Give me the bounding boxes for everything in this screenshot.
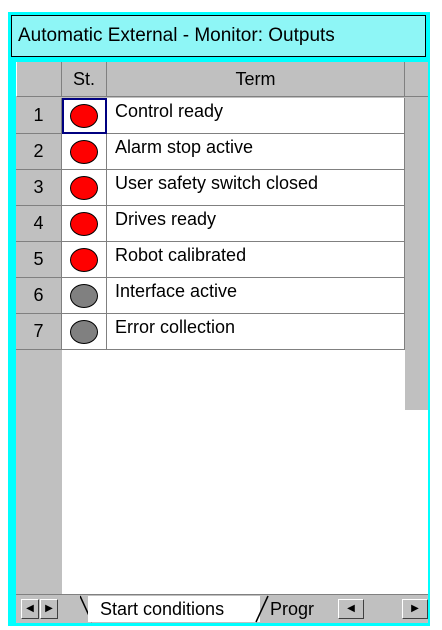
monitor-window: Automatic External - Monitor: Outputs St… — [0, 0, 442, 630]
tab-start-conditions-label: Start conditions — [100, 599, 225, 619]
status-cell[interactable] — [62, 134, 107, 170]
title-bar: Automatic External - Monitor: Outputs — [11, 15, 426, 57]
tab-scroll-left-button[interactable]: ◀ — [21, 599, 39, 619]
window-title: Automatic External - Monitor: Outputs — [18, 25, 335, 46]
term-cell[interactable]: User safety switch closed — [107, 170, 405, 206]
term-cell[interactable]: Drives ready — [107, 206, 405, 242]
status-cell[interactable] — [62, 314, 107, 350]
triangle-left-icon: ◀ — [26, 603, 34, 614]
tab-progr[interactable]: Progr — [262, 596, 336, 622]
row-header[interactable]: 3 — [16, 170, 62, 206]
tab-progr-label: Progr — [270, 599, 315, 619]
status-cell[interactable] — [62, 278, 107, 314]
grid-filler — [405, 98, 428, 410]
triangle-left-icon: ◀ — [347, 603, 355, 614]
header-filler — [405, 62, 428, 97]
status-cell[interactable] — [62, 242, 107, 278]
row-header[interactable]: 4 — [16, 206, 62, 242]
row-header[interactable]: 5 — [16, 242, 62, 278]
triangle-right-icon: ▶ — [411, 603, 419, 614]
column-header-term[interactable]: Term — [107, 62, 405, 97]
hscroll-right-button[interactable]: ▶ — [402, 599, 428, 619]
status-indicator-icon — [70, 140, 98, 164]
header-corner[interactable] — [16, 62, 62, 97]
tab-start-conditions[interactable]: Start conditions — [88, 596, 260, 622]
status-indicator-icon — [70, 284, 98, 308]
grid-empty-area — [62, 410, 428, 594]
hscroll-left-button[interactable]: ◀ — [338, 599, 364, 619]
term-cell[interactable]: Robot calibrated — [107, 242, 405, 278]
status-indicator-icon — [70, 176, 98, 200]
row-header[interactable]: 7 — [16, 314, 62, 350]
status-indicator-icon — [70, 320, 98, 344]
status-indicator-icon — [70, 248, 98, 272]
row-header[interactable]: 2 — [16, 134, 62, 170]
term-cell[interactable]: Error collection — [107, 314, 405, 350]
status-cell[interactable] — [62, 170, 107, 206]
status-cell[interactable] — [62, 206, 107, 242]
term-cell[interactable]: Interface active — [107, 278, 405, 314]
term-cell[interactable]: Alarm stop active — [107, 134, 405, 170]
term-cell[interactable]: Control ready — [107, 98, 405, 134]
status-indicator-icon — [70, 212, 98, 236]
row-header[interactable]: 6 — [16, 278, 62, 314]
column-header-status[interactable]: St. — [62, 62, 107, 97]
status-indicator-icon — [70, 104, 98, 128]
triangle-right-icon: ▶ — [45, 603, 53, 614]
row-header[interactable]: 1 — [16, 98, 62, 134]
status-cell[interactable] — [62, 98, 107, 134]
tab-scroll-right-button[interactable]: ▶ — [40, 599, 58, 619]
